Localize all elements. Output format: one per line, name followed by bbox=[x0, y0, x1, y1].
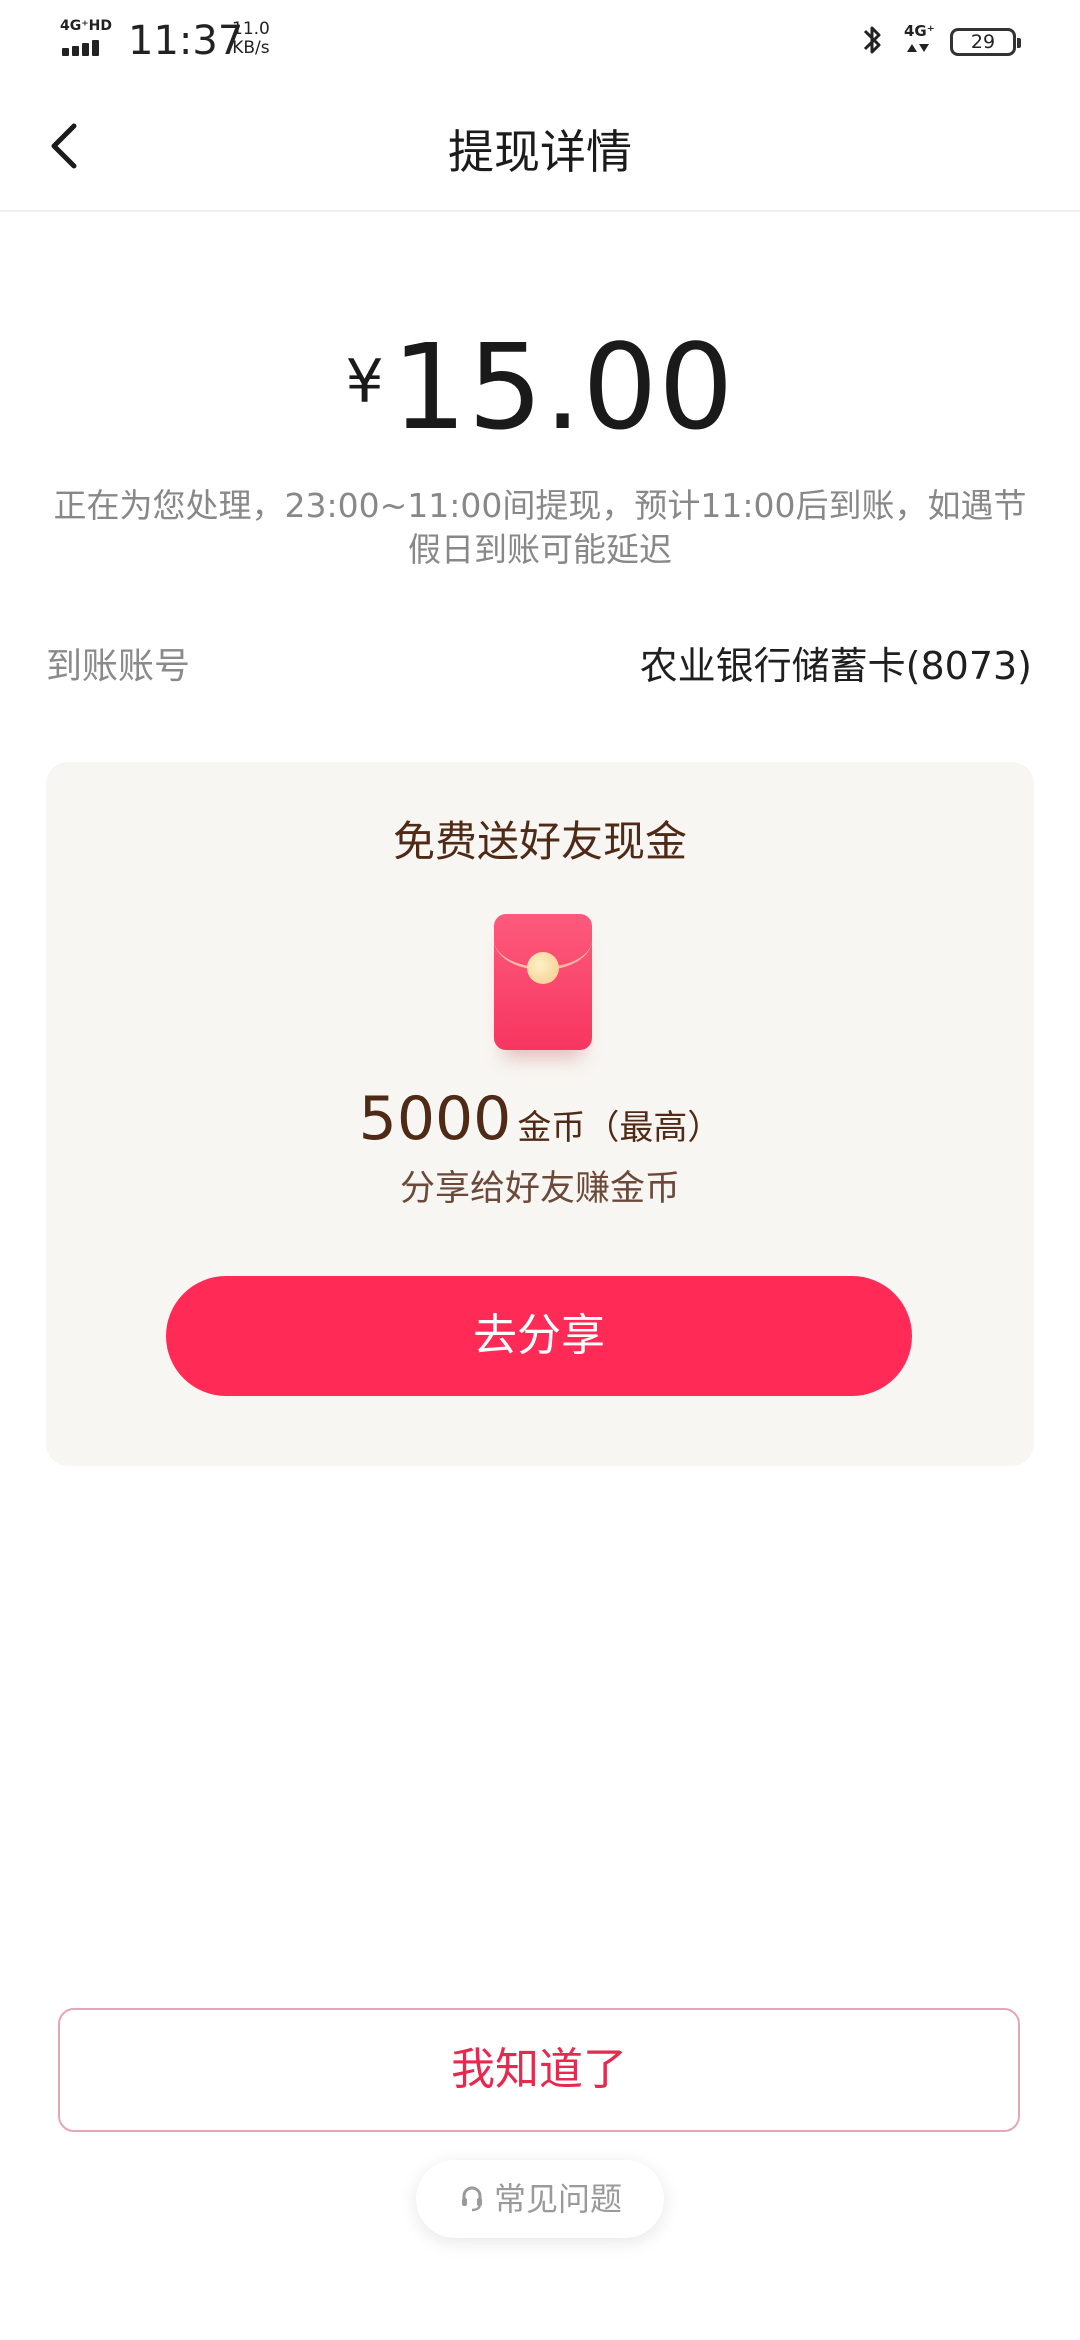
network-speed: 11.0 KB/s bbox=[232, 20, 270, 58]
mobile-data-icon: 4G⁺ bbox=[904, 22, 935, 58]
bluetooth-icon bbox=[863, 26, 881, 54]
headset-icon bbox=[461, 2186, 482, 2212]
battery-icon: 29 bbox=[950, 28, 1021, 56]
coins-amount: 5000 bbox=[358, 1084, 512, 1154]
coins-unit: 金币（最高） bbox=[517, 1108, 722, 1148]
page-title: 提现详情 bbox=[448, 125, 632, 179]
navigation-header: 提现详情 bbox=[0, 80, 1080, 212]
got-it-button[interactable]: 我知道了 bbox=[58, 2008, 1020, 2132]
account-value: 农业银行储蓄卡(8073) bbox=[639, 644, 1032, 688]
currency-symbol: ¥ bbox=[345, 347, 384, 417]
red-envelope-icon bbox=[494, 914, 592, 1050]
network-type-label: 4G⁺HD bbox=[60, 18, 112, 34]
promo-title: 免费送好友现金 bbox=[392, 817, 687, 866]
network-speed-unit: KB/s bbox=[232, 38, 270, 58]
mobile-data-label: 4G⁺ bbox=[904, 22, 935, 40]
promo-subtitle: 分享给好友赚金币 bbox=[399, 1169, 680, 1209]
coins-reward: 5000 金币（最高） bbox=[46, 1084, 1034, 1154]
withdrawal-amount: ¥15.00 bbox=[0, 318, 1080, 456]
status-time: 11:37 bbox=[128, 18, 244, 64]
processing-notice: 正在为您处理，23:00~11:00间提现，预计11:00后到账，如遇节假日到账… bbox=[53, 486, 1027, 569]
amount-value: 15.00 bbox=[391, 318, 735, 456]
account-label: 到账账号 bbox=[46, 646, 191, 687]
network-speed-value: 11.0 bbox=[232, 19, 270, 39]
share-promo-card: 免费送好友现金 5000 金币（最高） 分享给好友赚金币 去分享 bbox=[46, 762, 1034, 1466]
status-bar: 4G⁺HD 11:37 11.0 KB/s 4G⁺ 29 bbox=[0, 0, 1080, 80]
share-button[interactable]: 去分享 bbox=[166, 1276, 912, 1396]
data-arrows-icon bbox=[907, 44, 929, 52]
faq-label: 常见问题 bbox=[493, 2180, 622, 2218]
faq-button[interactable]: 常见问题 bbox=[416, 2160, 664, 2238]
